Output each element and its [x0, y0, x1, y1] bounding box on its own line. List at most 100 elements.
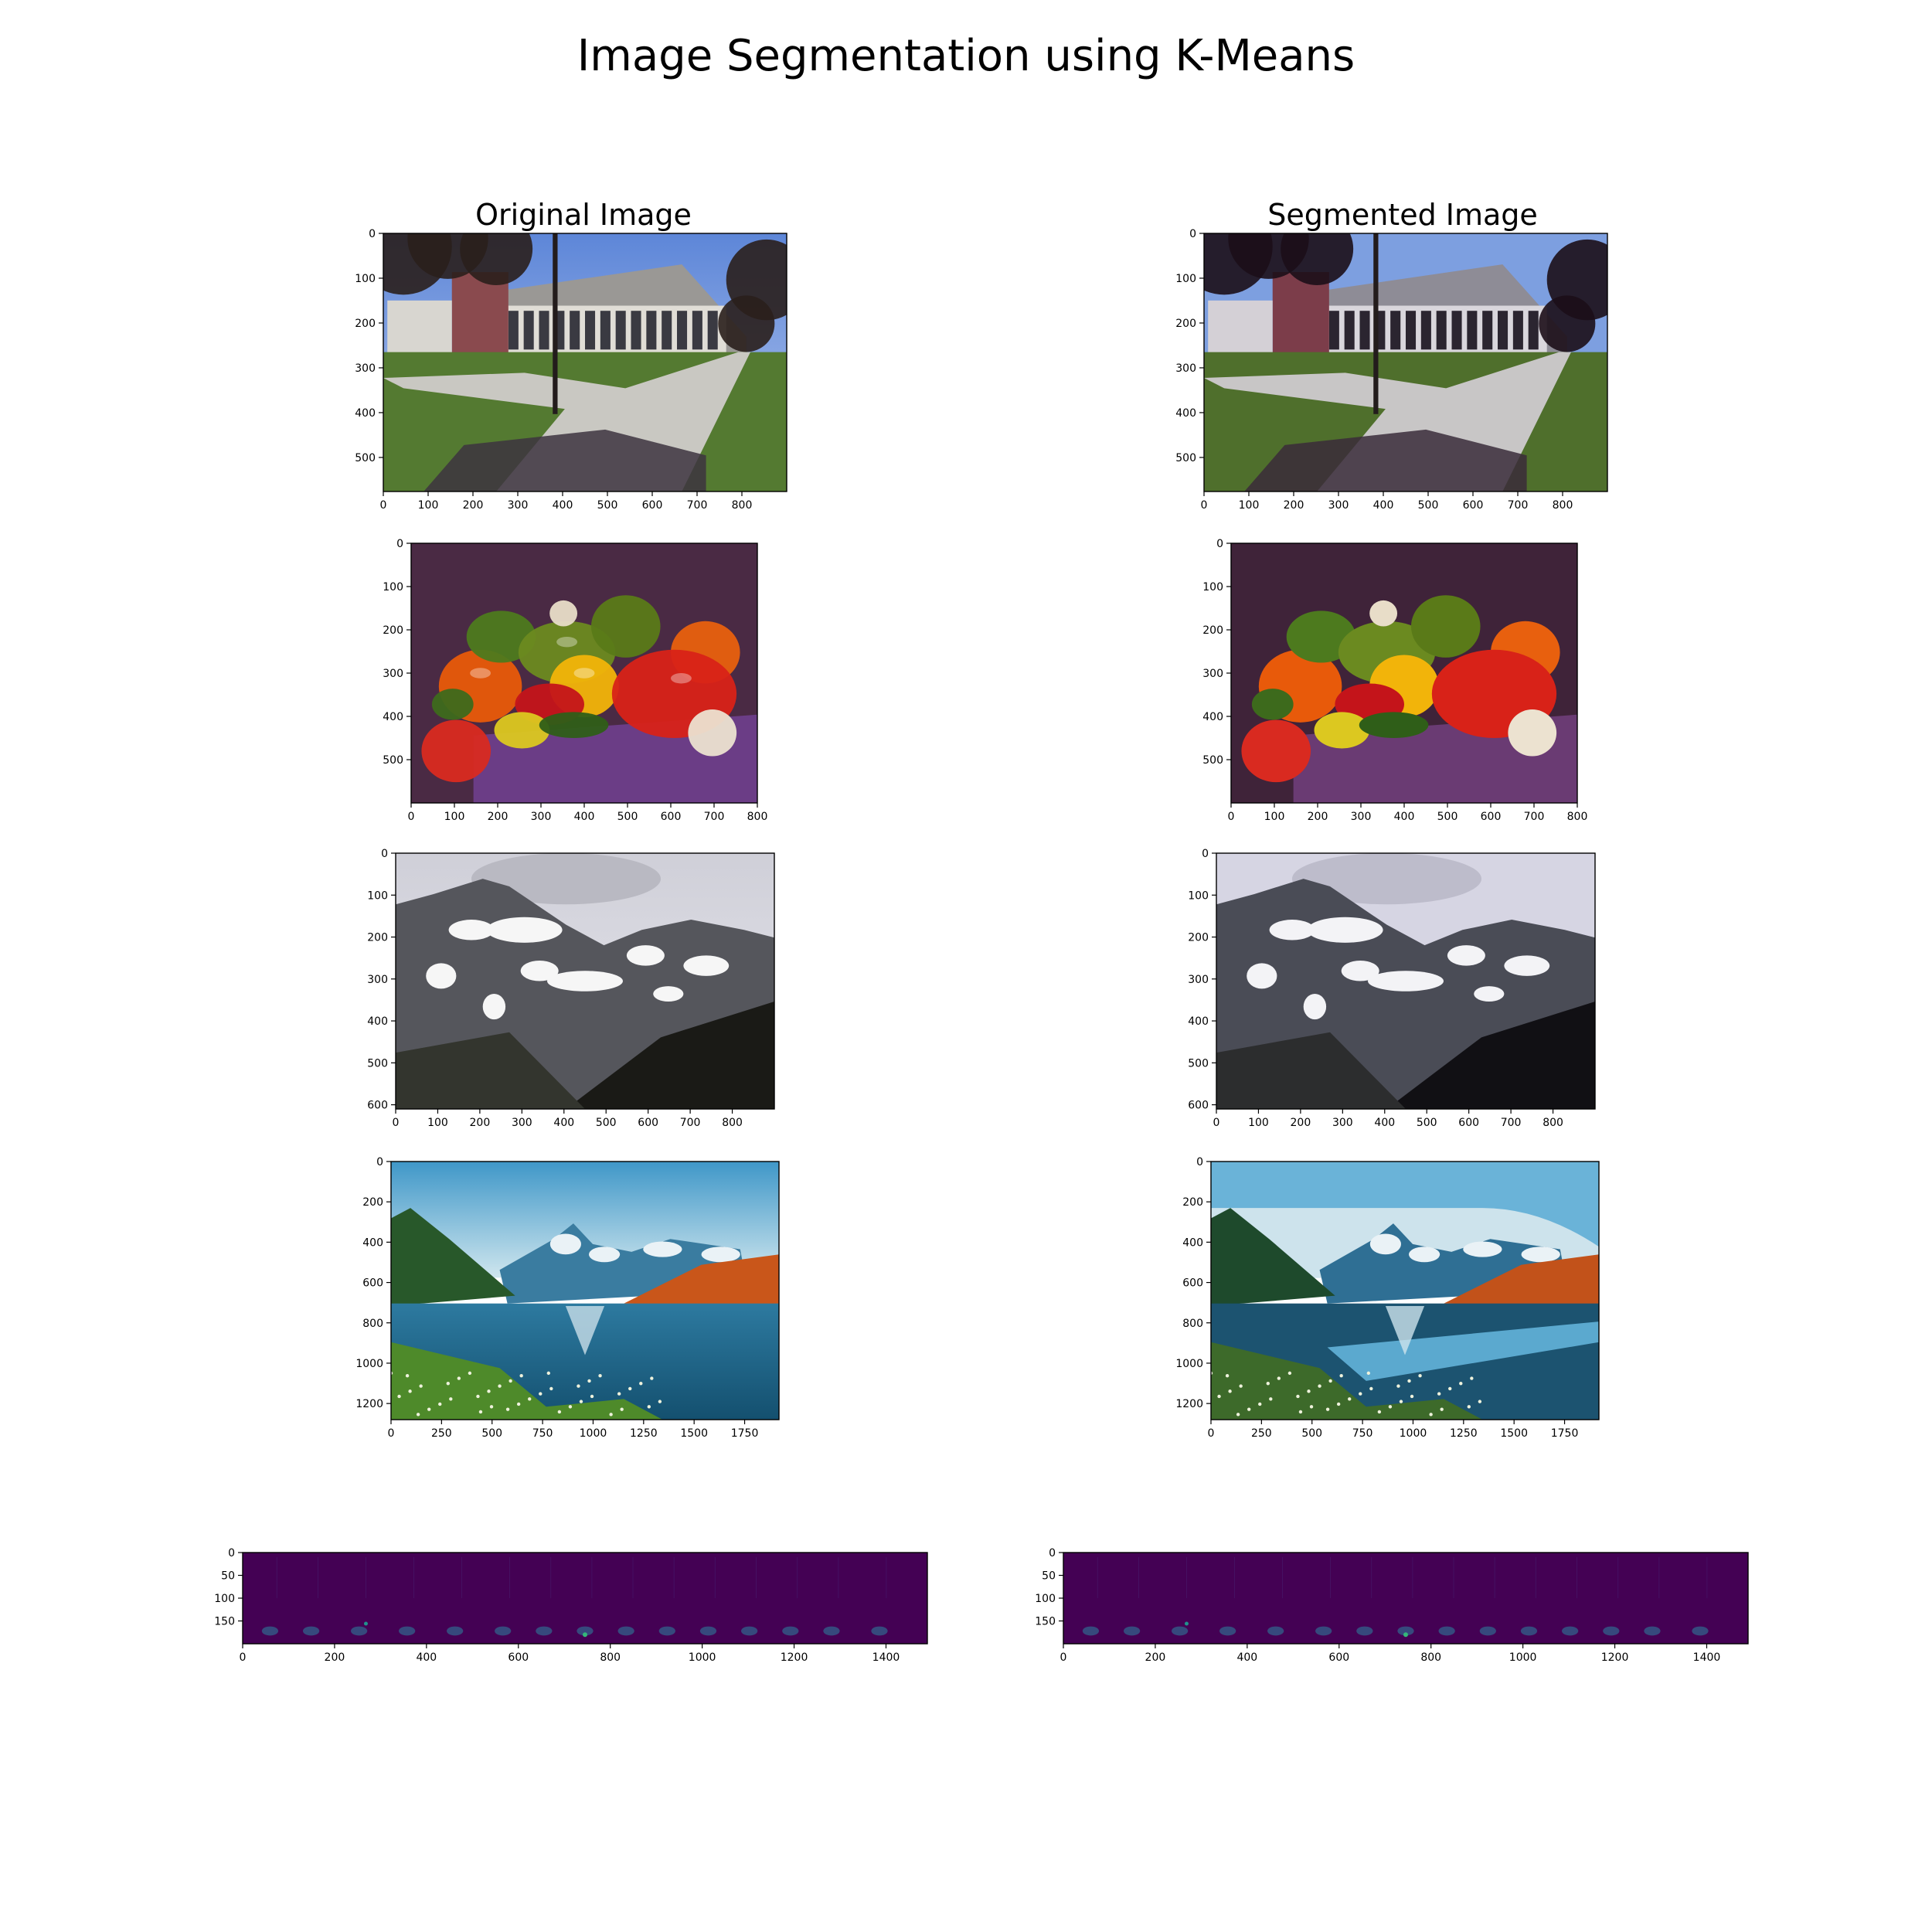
- y-tick-label: 200: [1182, 1196, 1203, 1209]
- y-tick-label: 0: [228, 1547, 235, 1560]
- x-tick-label: 1000: [1509, 1651, 1537, 1664]
- original-lake-image: [391, 1162, 779, 1420]
- segmented-peppers-panel: 0 100 200 300 400 500 600 700 800 0 100 200 300 400 50…: [1202, 538, 1587, 823]
- y-tick-label: 600: [1188, 1100, 1209, 1112]
- x-tick-label: 1750: [1551, 1427, 1579, 1440]
- original-mountain-axes: 0 100 200 300 400 500 600 700 800 0 100 200 300 400 50…: [367, 848, 775, 1129]
- x-tick-label: 500: [596, 1117, 617, 1129]
- x-tick-label: 800: [732, 499, 753, 512]
- x-tick-label: 300: [1351, 811, 1372, 823]
- y-tick-label: 800: [1182, 1318, 1203, 1330]
- x-tick-label: 200: [488, 811, 509, 823]
- y-tick-label: 100: [367, 889, 388, 902]
- y-tick-label: 600: [367, 1100, 388, 1112]
- x-tick-label: 400: [416, 1651, 437, 1664]
- x-tick-label: 200: [1308, 811, 1328, 823]
- y-tick-label: 400: [1175, 407, 1196, 420]
- original-building-panel: 0 100 200 300 400 500 600 700 800 0 100 200 300 400 50…: [355, 228, 787, 512]
- x-tick-label: 300: [1332, 1117, 1353, 1129]
- x-tick-label: 500: [1417, 1117, 1437, 1129]
- y-tick-label: 100: [1202, 581, 1223, 594]
- x-tick-label: 800: [1543, 1117, 1563, 1129]
- y-tick-label: 1200: [355, 1398, 383, 1410]
- x-tick-label: 100: [418, 499, 439, 512]
- y-tick-label: 500: [355, 452, 376, 464]
- y-tick-label: 0: [1189, 228, 1196, 240]
- y-tick-label: 400: [1202, 711, 1223, 723]
- y-tick-label: 100: [1188, 889, 1209, 902]
- original-building-image: [383, 233, 787, 492]
- y-tick-label: 100: [383, 581, 403, 594]
- y-tick-label: 300: [1202, 668, 1223, 680]
- x-tick-label: 750: [1352, 1427, 1373, 1440]
- x-tick-label: 500: [1301, 1427, 1322, 1440]
- y-tick-label: 400: [355, 407, 376, 420]
- x-tick-label: 500: [617, 811, 638, 823]
- x-tick-label: 0: [1213, 1117, 1220, 1129]
- x-tick-label: 600: [508, 1651, 529, 1664]
- y-tick-label: 0: [1216, 538, 1223, 550]
- y-tick-label: 0: [376, 1156, 383, 1168]
- x-tick-label: 0: [1060, 1651, 1067, 1664]
- x-tick-label: 600: [1458, 1117, 1479, 1129]
- x-tick-label: 700: [1508, 499, 1529, 512]
- x-tick-label: 250: [431, 1427, 452, 1440]
- y-tick-label: 1200: [1175, 1398, 1203, 1410]
- y-tick-label: 400: [367, 1015, 388, 1028]
- segmented-building-image: [1204, 233, 1607, 492]
- original-spectrogram-panel: 0 200 400 600 800 1000 1200 1400 0 50 100 150: [214, 1547, 928, 1664]
- x-tick-label: 0: [1208, 1427, 1215, 1440]
- x-tick-label: 700: [1501, 1117, 1522, 1129]
- y-tick-label: 500: [367, 1057, 388, 1070]
- x-tick-label: 250: [1251, 1427, 1272, 1440]
- y-tick-label: 400: [383, 711, 403, 723]
- x-tick-label: 1250: [630, 1427, 658, 1440]
- x-tick-label: 1200: [1601, 1651, 1629, 1664]
- y-tick-label: 100: [214, 1593, 235, 1605]
- y-tick-label: 400: [1188, 1015, 1209, 1028]
- x-tick-label: 800: [1553, 499, 1573, 512]
- x-tick-label: 400: [1374, 1117, 1395, 1129]
- y-tick-label: 0: [369, 228, 376, 240]
- x-tick-label: 500: [1418, 499, 1439, 512]
- x-tick-label: 400: [1394, 811, 1415, 823]
- x-tick-label: 750: [532, 1427, 553, 1440]
- original-column-title: Original Image: [475, 198, 692, 232]
- x-tick-label: 200: [1145, 1651, 1166, 1664]
- x-tick-label: 300: [508, 499, 529, 512]
- x-tick-label: 600: [1328, 1651, 1349, 1664]
- x-tick-label: 1000: [689, 1651, 716, 1664]
- y-tick-label: 200: [355, 318, 376, 330]
- x-tick-label: 500: [481, 1427, 502, 1440]
- segmented-spectrogram-image: [1063, 1553, 1748, 1644]
- original-lake-axes: 0 250 500 750 1000 1250 1500 1750 0 200 400 600 800 1…: [355, 1156, 780, 1440]
- x-tick-label: 400: [553, 1117, 574, 1129]
- y-tick-label: 300: [367, 974, 388, 986]
- y-tick-label: 200: [362, 1196, 383, 1209]
- x-tick-label: 1400: [872, 1651, 900, 1664]
- segmented-lake-axes: 0 250 500 750 1000 1250 1500 1750 0 200 400 600 800 1…: [1175, 1156, 1600, 1440]
- x-tick-label: 1250: [1450, 1427, 1478, 1440]
- original-spectrogram-image: [243, 1553, 927, 1644]
- y-tick-label: 500: [1175, 452, 1196, 464]
- y-tick-label: 500: [383, 754, 403, 767]
- original-spectrogram-axes: 0 200 400 600 800 1000 1200 1400 0 50 100 150: [214, 1547, 928, 1664]
- x-tick-label: 100: [444, 811, 465, 823]
- x-tick-label: 0: [388, 1427, 395, 1440]
- segmented-mountain-image: [1216, 853, 1595, 1109]
- x-tick-label: 100: [1239, 499, 1260, 512]
- y-tick-label: 0: [1049, 1547, 1056, 1560]
- x-tick-label: 400: [1373, 499, 1394, 512]
- y-tick-label: 200: [1175, 318, 1196, 330]
- y-tick-label: 800: [362, 1318, 383, 1330]
- x-tick-label: 400: [553, 499, 573, 512]
- x-tick-label: 300: [531, 811, 552, 823]
- original-peppers-panel: 0 100 200 300 400 500 600 700 800 0 100 200 300 400 50…: [383, 538, 767, 823]
- x-tick-label: 800: [1420, 1651, 1441, 1664]
- x-tick-label: 200: [325, 1651, 345, 1664]
- y-tick-label: 300: [1188, 974, 1209, 986]
- x-tick-label: 100: [1264, 811, 1285, 823]
- y-tick-label: 0: [1202, 848, 1209, 860]
- segmented-spectrogram-panel: 0 200 400 600 800 1000 1200 1400 0 50 100 150: [1035, 1547, 1749, 1664]
- segmented-lake-image: [1211, 1162, 1599, 1420]
